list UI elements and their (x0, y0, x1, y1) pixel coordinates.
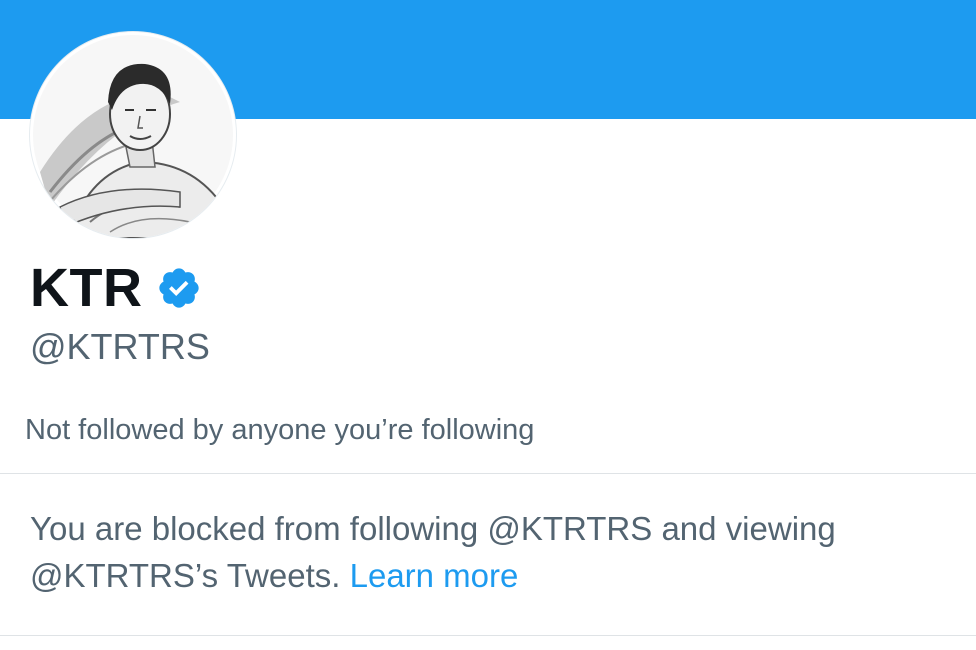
profile-handle: @KTRTRS (30, 326, 210, 367)
followers-you-know-note: Not followed by anyone you’re following (25, 414, 535, 446)
profile-name-row: KTR (30, 254, 202, 322)
learn-more-link[interactable]: Learn more (350, 557, 519, 594)
avatar[interactable] (30, 32, 236, 238)
blocked-notice: You are blocked from following @KTRTRS a… (30, 505, 930, 599)
verified-badge-icon[interactable] (156, 265, 202, 311)
divider (0, 473, 976, 474)
divider (0, 635, 976, 636)
display-name: KTR (30, 258, 143, 318)
